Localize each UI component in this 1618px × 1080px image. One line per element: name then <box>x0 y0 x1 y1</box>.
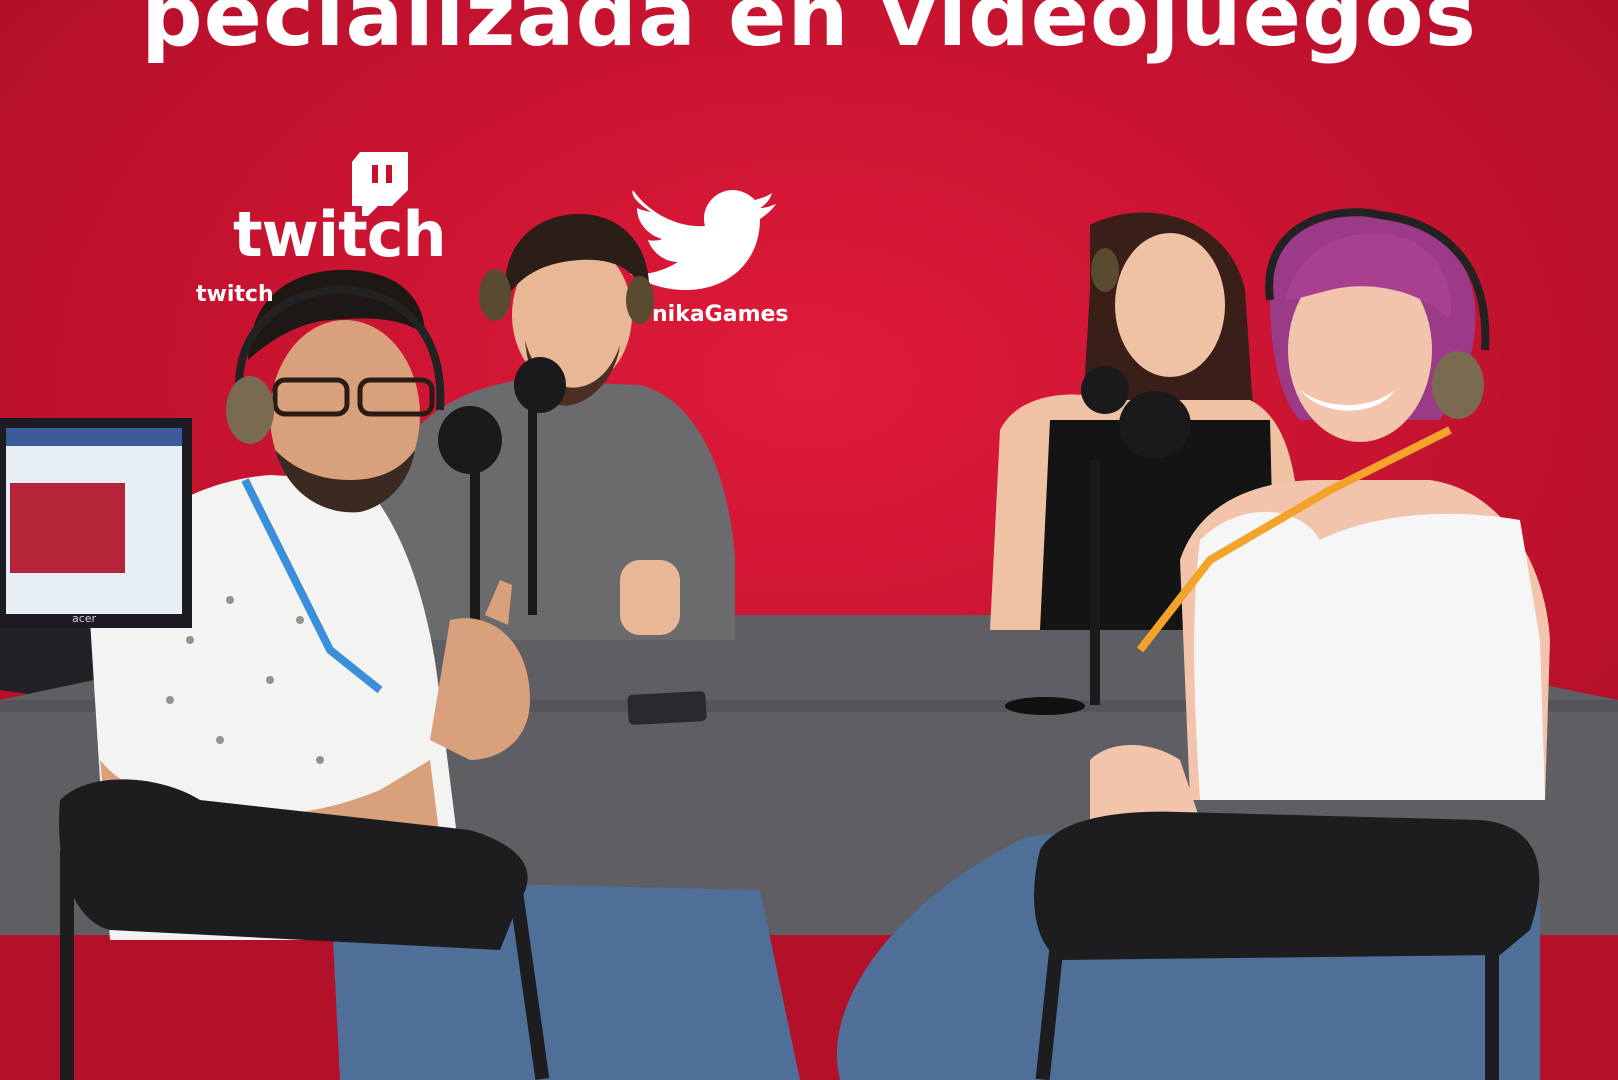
scene-graphics <box>0 0 1618 1080</box>
laptop-brand: acer <box>72 612 97 625</box>
banner-text: pecializada en videojuegos <box>141 0 1477 66</box>
photo-scene: acer pecializada en videojuegos twitch t… <box>0 0 1618 1080</box>
twitch-handle: twitch <box>196 282 274 307</box>
laptop-browser-bar <box>6 428 182 446</box>
laptop-thumbnail <box>10 483 125 573</box>
laptop-screen <box>0 418 192 628</box>
phone <box>627 691 707 725</box>
twitch-wordmark: twitch <box>233 198 447 271</box>
twitter-handle: nikaGames <box>652 302 789 327</box>
laptop-display <box>6 428 182 614</box>
